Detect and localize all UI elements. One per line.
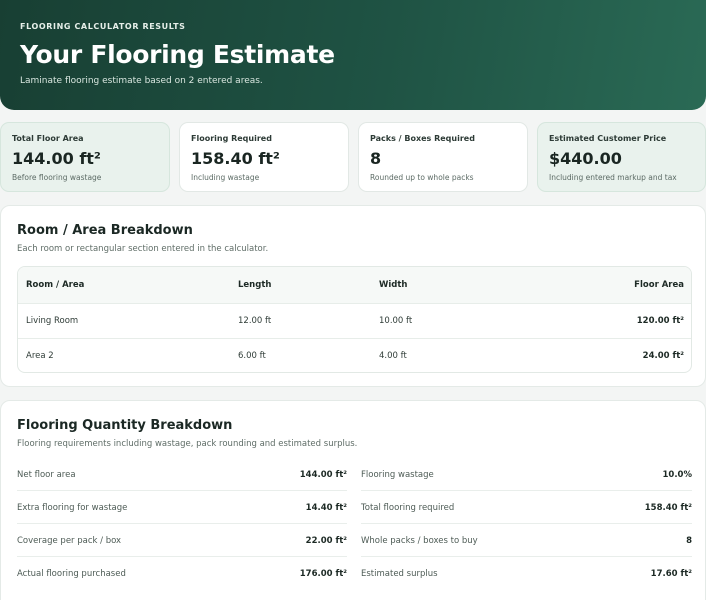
quantity-label: Net floor area [17, 470, 76, 480]
room-breakdown-subtitle: Each room or rectangular section entered… [17, 244, 269, 254]
room-breakdown-section: Room / Area Breakdown Each room or recta… [0, 205, 706, 387]
quantity-breakdown-subtitle: Flooring requirements including wastage,… [17, 439, 358, 449]
quantity-label: Whole packs / boxes to buy [361, 536, 478, 546]
quantity-breakdown-title: Flooring Quantity Breakdown [17, 418, 233, 433]
room-name-cell: Area 2 [26, 351, 54, 361]
quantity-label: Estimated surplus [361, 569, 438, 579]
column-header-length: Length [238, 280, 272, 290]
page-title: Your Flooring Estimate [20, 40, 335, 69]
room-table: Room / Area Length Width Floor Area Livi… [17, 266, 692, 373]
quantity-row-net-floor-area: Net floor area 144.00 ft² [17, 459, 347, 491]
quantity-value: 17.60 ft² [650, 569, 692, 579]
width-cell: 10.00 ft [379, 316, 413, 326]
quantity-value: 14.40 ft² [305, 503, 347, 513]
hero-kicker: FLOORING CALCULATOR RESULTS [20, 22, 186, 31]
width-cell: 4.00 ft [379, 351, 407, 361]
card-value: 144.00 ft² [12, 149, 101, 168]
card-customer-price: Estimated Customer Price $440.00 Includi… [537, 122, 706, 192]
card-label: Flooring Required [191, 134, 272, 143]
card-packs-required: Packs / Boxes Required 8 Rounded up to w… [358, 122, 528, 192]
quantity-label: Flooring wastage [361, 470, 434, 480]
quantity-label: Coverage per pack / box [17, 536, 122, 546]
quantity-label: Actual flooring purchased [17, 569, 126, 579]
quantity-row-whole-packs: Whole packs / boxes to buy 8 [361, 525, 692, 557]
quantity-value: 158.40 ft² [644, 503, 692, 513]
quantity-value: 176.00 ft² [299, 569, 347, 579]
card-label: Total Floor Area [12, 134, 84, 143]
quantity-row-actual-purchased: Actual flooring purchased 176.00 ft² [17, 558, 347, 590]
quantity-row-estimated-surplus: Estimated surplus 17.60 ft² [361, 558, 692, 590]
length-cell: 6.00 ft [238, 351, 266, 361]
quantity-value: 144.00 ft² [299, 470, 347, 480]
results-hero: FLOORING CALCULATOR RESULTS Your Floorin… [0, 0, 706, 110]
card-total-floor-area: Total Floor Area 144.00 ft² Before floor… [0, 122, 170, 192]
quantity-value: 8 [686, 536, 692, 546]
column-header-room: Room / Area [26, 280, 85, 290]
quantity-row-extra-wastage: Extra flooring for wastage 14.40 ft² [17, 492, 347, 524]
floor-area-cell: 24.00 ft² [642, 351, 684, 361]
quantity-value: 22.00 ft² [305, 536, 347, 546]
card-value: 158.40 ft² [191, 149, 280, 168]
quantity-row-flooring-wastage: Flooring wastage 10.0% [361, 459, 692, 491]
card-flooring-required: Flooring Required 158.40 ft² Including w… [179, 122, 349, 192]
card-note: Before flooring wastage [12, 173, 102, 182]
quantity-label: Extra flooring for wastage [17, 503, 128, 513]
quantity-value: 10.0% [662, 470, 693, 480]
column-header-floor-area: Floor Area [634, 280, 684, 290]
results-page: FLOORING CALCULATOR RESULTS Your Floorin… [0, 0, 706, 600]
card-note: Including entered markup and tax [549, 173, 677, 182]
floor-area-cell: 120.00 ft² [636, 316, 684, 326]
room-breakdown-title: Room / Area Breakdown [17, 223, 193, 238]
quantity-row-total-required: Total flooring required 158.40 ft² [361, 492, 692, 524]
quantity-row-coverage-per-pack: Coverage per pack / box 22.00 ft² [17, 525, 347, 557]
table-header-row: Room / Area Length Width Floor Area [18, 267, 691, 303]
column-header-width: Width [379, 280, 408, 290]
quantity-label: Total flooring required [361, 503, 455, 513]
card-note: Rounded up to whole packs [370, 173, 474, 182]
summary-cards: Total Floor Area 144.00 ft² Before floor… [0, 122, 706, 192]
card-label: Estimated Customer Price [549, 134, 667, 143]
card-value: 8 [370, 149, 382, 168]
length-cell: 12.00 ft [238, 316, 272, 326]
table-row: Living Room 12.00 ft 10.00 ft 120.00 ft² [18, 303, 691, 338]
card-value: $440.00 [549, 149, 622, 168]
card-label: Packs / Boxes Required [370, 134, 475, 143]
hero-subtitle: Laminate flooring estimate based on 2 en… [20, 76, 263, 86]
room-name-cell: Living Room [26, 316, 79, 326]
table-row: Area 2 6.00 ft 4.00 ft 24.00 ft² [18, 338, 691, 372]
card-note: Including wastage [191, 173, 260, 182]
quantity-breakdown-section: Flooring Quantity Breakdown Flooring req… [0, 400, 706, 600]
